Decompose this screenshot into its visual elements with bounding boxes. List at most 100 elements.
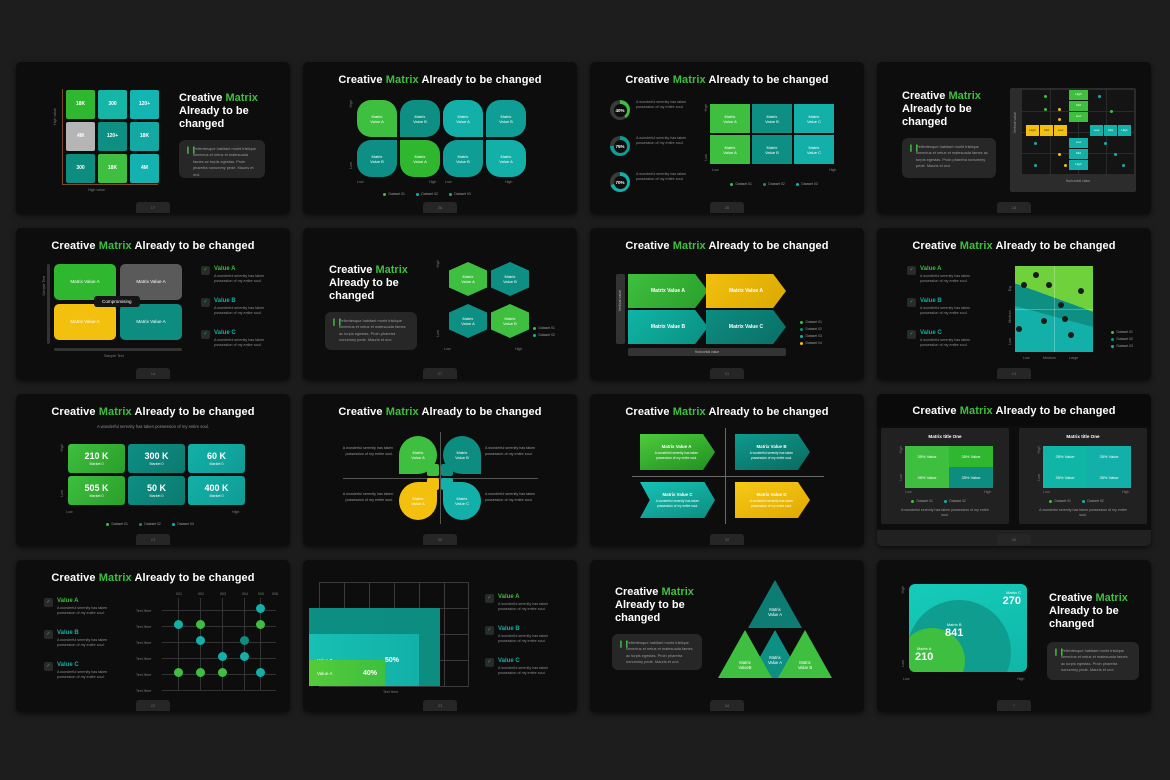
hexagon-cell[interactable]: Matrix Value B [491,262,529,296]
legend-item[interactable]: Dataset 02 [800,327,822,331]
matrix-cell[interactable]: Matrix Value B [443,140,483,177]
legend-item[interactable]: Dataset 01 [383,192,405,196]
slide-thumbnail-13[interactable]: Creative Matrix Already to be changed ✓ … [16,560,290,712]
matrix-cell[interactable]: Matrix Value C [794,104,834,133]
chevron-card[interactable]: Matrix Value A A wonderful serenity has … [640,434,715,470]
matrix-cell[interactable]: 120+ [130,90,159,119]
legend-item[interactable]: Dataset 02 [533,333,555,337]
chevron-card[interactable]: Matrix Value D A wonderful serenity has … [735,482,810,518]
hexagon-cell[interactable]: Matrix Value A [449,262,487,296]
matrix-cell[interactable]: Matrix Value A [486,140,526,177]
kpi-cell[interactable]: 60 K Market 0 [188,444,245,473]
slide-thumbnail-8[interactable]: Creative Matrix Already to be changed ✓ … [877,228,1151,380]
matrix-cell[interactable]: 4M [130,154,159,183]
matrix-cell[interactable]: 35% Value [1043,446,1087,467]
legend-item[interactable]: Dataset 01 [1111,330,1133,334]
legend-item[interactable]: Dataset 02 [943,499,966,503]
hexagon-cell[interactable]: Matrix Value B [491,304,529,338]
legend-item[interactable]: Dataset 02 [138,522,161,526]
matrix-cell[interactable]: Matrix Value B [752,104,792,133]
stacked-bar-a[interactable]: Value A 40% [309,660,385,686]
check-icon[interactable]: ✓ [201,330,210,339]
matrix-cell[interactable]: 35% Value [905,446,949,467]
legend-item[interactable]: Dataset 02 [415,192,438,196]
check-icon[interactable]: ✓ [201,298,210,307]
slide-thumbnail-10[interactable]: Creative Matrix Already to be changed Ma… [303,394,577,546]
matrix-cell[interactable]: Matrix Value B [357,140,397,177]
legend-item[interactable]: Dataset 03 [1111,344,1133,348]
matrix-cell[interactable]: Matrix Value A [443,100,483,137]
legend-item[interactable]: Dataset 01 [911,499,933,503]
chevron-cell[interactable]: Matrix Value B [628,310,708,344]
slide-thumbnail-11[interactable]: Creative Matrix Already to be changed Ma… [590,394,864,546]
chevron-card[interactable]: Matrix Value B A wonderful serenity has … [735,434,810,470]
check-icon[interactable]: ✓ [485,626,494,635]
matrix-cell[interactable]: 35% Value [1087,467,1131,488]
legend-item[interactable]: Dataset 04 [800,341,822,345]
check-icon[interactable]: ✓ [485,658,494,667]
matrix-cell[interactable]: 4M [66,122,95,151]
legend-item[interactable]: Dataset 02 [1111,337,1133,341]
quadrant-cell[interactable]: Matrix Value A [120,304,182,340]
matrix-cell[interactable]: Matrix Value C [794,135,834,164]
chevron-card[interactable]: Matrix Value C A wonderful serenity has … [640,482,715,518]
slide-thumbnail-16[interactable]: Matrix C 270 Matrix B 841 Matrix A 210 H… [877,560,1151,712]
matrix-cell[interactable]: Matrix Value A [400,140,440,177]
matrix-cell[interactable]: 18K [130,122,159,151]
slide-thumbnail-1[interactable]: Creative Matrix Already to be changed ❙❙… [16,62,290,214]
matrix-cell[interactable]: 300 [98,90,127,119]
kpi-cell[interactable]: 400 K Market 0 [188,476,245,505]
slide-thumbnail-9[interactable]: Creative Matrix Already to be changed A … [16,394,290,546]
legend-item[interactable]: Dataset 03 [800,334,822,338]
triangle-top[interactable]: Matrix Value A [748,580,802,628]
legend-item[interactable]: Dataset 03 [795,182,818,186]
legend-item[interactable]: Dataset 01 [800,320,822,324]
slide-thumbnail-6[interactable]: Creative Matrix Already to be changed ❙❙… [303,228,577,380]
matrix-cell[interactable]: Matrix Value A [710,135,750,164]
quadrant-cell[interactable]: Matrix Value A [54,304,116,340]
slide-thumbnail-3[interactable]: Creative Matrix Already to be changed 40… [590,62,864,214]
matrix-cell[interactable]: 120+ [98,122,127,151]
matrix-cell[interactable]: 35% Value [949,446,993,467]
legend-item[interactable]: Dataset 01 [106,522,128,526]
check-icon[interactable]: ✓ [201,266,210,275]
legend-item[interactable]: Dataset 02 [762,182,785,186]
slide-thumbnail-12[interactable]: Creative Matrix Already to be changed Ma… [877,394,1151,546]
check-icon[interactable]: ✓ [907,330,916,339]
chevron-cell[interactable]: Matrix Value A [706,274,786,308]
legend-item[interactable]: Dataset 02 [1081,499,1104,503]
slide-thumbnail-4[interactable]: Creative Matrix Already to be changed ❙❙… [877,62,1151,214]
slide-thumbnail-7[interactable]: Creative Matrix Already to be changed Ma… [590,228,864,380]
check-icon[interactable]: ✓ [907,298,916,307]
check-icon[interactable]: ✓ [907,266,916,275]
kpi-cell[interactable]: 505 K Market 0 [68,476,125,505]
legend-item[interactable]: Dataset 01 [730,182,752,186]
matrix-cell[interactable]: 35% Value [949,467,993,488]
matrix-cell[interactable]: 300 [66,154,95,183]
slide-thumbnail-15[interactable]: Creative Matrix Already to be changed ❙❙… [590,560,864,712]
legend-item[interactable]: Dataset 01 [533,326,555,330]
kpi-cell[interactable]: 300 K Market 0 [128,444,185,473]
hexagon-cell[interactable]: Matrix Value A [449,304,487,338]
check-icon[interactable]: ✓ [44,662,53,671]
slide-thumbnail-2[interactable]: Creative Matrix Already to be changed Ma… [303,62,577,214]
matrix-cell[interactable]: Matrix Value A [710,104,750,133]
legend-item[interactable]: Dataset 01 [1049,499,1071,503]
legend-item[interactable]: Dataset 03 [171,522,194,526]
matrix-cell[interactable]: 18K [66,90,95,119]
quadrant-cell[interactable]: Matrix Value A [120,264,182,300]
matrix-cell[interactable]: Matrix Value B [400,100,440,137]
matrix-cell[interactable]: 35% Value [905,467,949,488]
slide-thumbnail-14[interactable]: Value C 60% Value B 50% Value A 40% Text… [303,560,577,712]
matrix-cell[interactable]: 35% Value [1087,446,1131,467]
check-icon[interactable]: ✓ [485,594,494,603]
kpi-cell[interactable]: 210 K Market 0 [68,444,125,473]
chevron-cell[interactable]: Matrix Value A [628,274,708,308]
matrix-cell[interactable]: Matrix Value A [357,100,397,137]
kpi-cell[interactable]: 50 K Market 0 [128,476,185,505]
check-icon[interactable]: ✓ [44,630,53,639]
slide-thumbnail-5[interactable]: Creative Matrix Already to be changed Ma… [16,228,290,380]
matrix-cell[interactable]: 18K [98,154,127,183]
matrix-cell[interactable]: Matrix Value B [486,100,526,137]
matrix-cell[interactable]: 35% Value [1043,467,1087,488]
